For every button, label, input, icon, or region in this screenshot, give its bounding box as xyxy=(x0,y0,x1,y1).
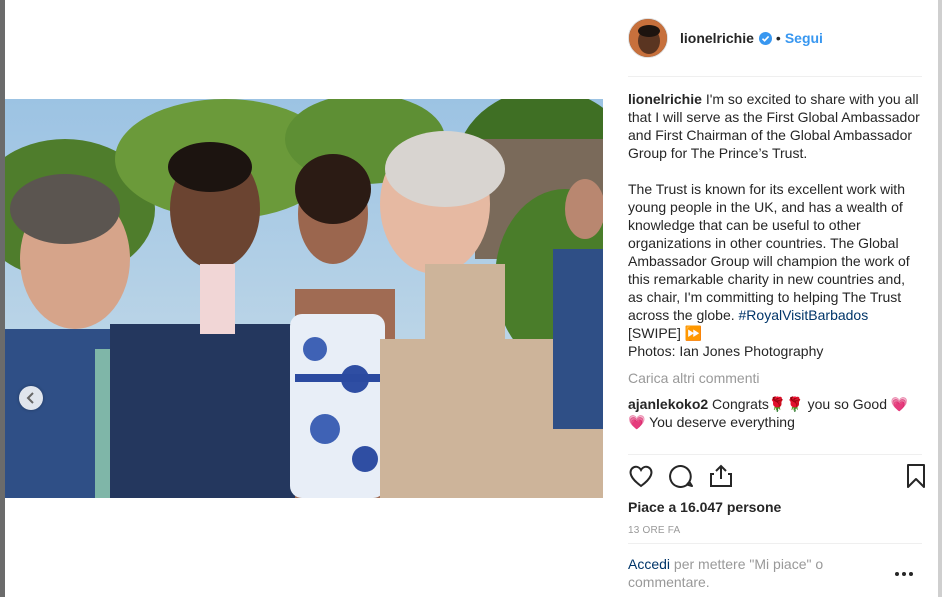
comment-item: ajanlekoko2 Congrats🌹🌹 you so Good 💗💗 Yo… xyxy=(628,395,922,431)
caption: lionelrichie I'm so excited to share wit… xyxy=(628,90,922,360)
carousel-prev-button[interactable] xyxy=(19,386,43,410)
login-link[interactable]: Accedi xyxy=(628,556,670,572)
caption-text-2: The Trust is known for its excellent wor… xyxy=(628,181,910,323)
action-bar xyxy=(628,464,925,493)
post-side-panel: lionelrichie • Segui lionelrichie I'm so… xyxy=(612,0,938,597)
post-timestamp[interactable]: 13 ORE FA xyxy=(628,525,680,536)
photo-illustration xyxy=(5,99,603,498)
post-header: lionelrichie • Segui xyxy=(628,17,823,59)
scrollbar[interactable] xyxy=(938,0,942,597)
login-prompt: Accedi per mettere "Mi piace" o commenta… xyxy=(628,555,858,591)
more-options-icon[interactable] xyxy=(894,564,914,582)
verified-badge-icon xyxy=(758,31,772,45)
comments-area: lionelrichie I'm so excited to share wit… xyxy=(628,90,922,454)
caption-photo-credit: Photos: Ian Jones Photography xyxy=(628,343,824,359)
heart-icon[interactable] xyxy=(628,464,654,493)
separator-dot: • xyxy=(775,30,781,46)
divider xyxy=(628,76,922,77)
avatar[interactable] xyxy=(628,18,668,58)
chevron-left-icon xyxy=(25,392,37,404)
post-photo[interactable] xyxy=(5,99,603,498)
caption-swipe: [SWIPE] ⏩ xyxy=(628,325,703,341)
likes-count[interactable]: Piace a 16.047 persone xyxy=(628,499,781,515)
divider xyxy=(628,454,922,455)
divider xyxy=(628,543,922,544)
hashtag-link[interactable]: #RoyalVisitBarbados xyxy=(739,307,869,323)
header-username[interactable]: lionelrichie xyxy=(680,30,754,46)
share-icon[interactable] xyxy=(708,464,734,493)
follow-button[interactable]: Segui xyxy=(785,30,823,46)
load-more-comments[interactable]: Carica altri commenti xyxy=(628,369,922,387)
comment-icon[interactable] xyxy=(668,464,694,493)
comment-username[interactable]: ajanlekoko2 xyxy=(628,396,708,412)
caption-username[interactable]: lionelrichie xyxy=(628,91,702,107)
bookmark-icon[interactable] xyxy=(906,464,926,493)
